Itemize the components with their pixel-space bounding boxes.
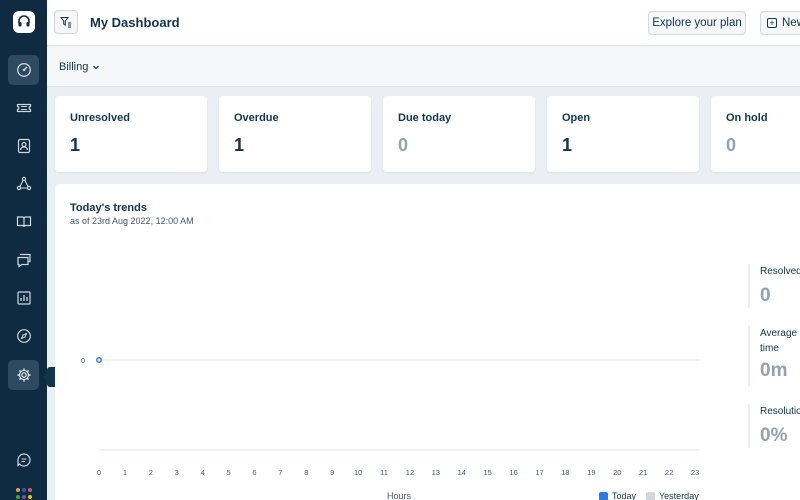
explore-plan-button[interactable]: Explore your plan (648, 11, 746, 35)
chat-bubbles-icon[interactable] (8, 245, 39, 275)
legend-today[interactable]: Today (599, 491, 636, 500)
apps-grid-icon[interactable] (16, 488, 32, 500)
sidebar: Admin (0, 0, 92, 500)
chevron-down-icon (93, 65, 100, 70)
side-stat-label-line2: time (760, 343, 779, 354)
trends-line-chart: 00 1 2 3 4 5 6 7 8 9 10 11 12 13 14 15 16 17 18 19 20 21 22 23 (81, 356, 699, 477)
stat-value: 1 (70, 135, 81, 155)
filter-icon (60, 17, 71, 28)
side-stat-label: Resolved (760, 266, 800, 277)
x-tick-label: 20 (613, 468, 621, 477)
stat-card-unresolved[interactable]: Unresolved 1 (55, 96, 207, 172)
stat-label: Unresolved (70, 112, 130, 124)
x-tick-label: 7 (278, 468, 282, 477)
filter-toggle-button[interactable] (54, 10, 78, 34)
plus-icon: + (767, 18, 777, 28)
page-title: My Dashboard (90, 15, 180, 30)
x-tick-label: 16 (509, 468, 517, 477)
group-select-label: Billing (59, 61, 89, 73)
stat-label: Overdue (234, 112, 279, 124)
x-tick-label: 15 (484, 468, 492, 477)
x-tick-label: 1 (123, 468, 127, 477)
side-stat-average-time: Average time 0m (748, 326, 797, 386)
x-tick-label: 17 (535, 468, 543, 477)
legend-yesterday[interactable]: Yesterday (646, 491, 699, 500)
top-header: My Dashboard Explore your plan + New (47, 0, 800, 46)
x-tick-label: 0 (97, 468, 101, 477)
x-tick-label: 19 (587, 468, 595, 477)
network-icon[interactable] (8, 169, 39, 199)
x-tick-label: 22 (665, 468, 673, 477)
side-stat-resolved: Resolved 0 (748, 264, 800, 308)
bar-report-icon[interactable] (8, 283, 39, 313)
x-tick-label: 11 (380, 468, 388, 477)
stat-value: 1 (562, 135, 573, 155)
x-tick-label: 4 (201, 468, 205, 477)
side-stat-value: 0 (760, 285, 771, 306)
x-axis-label: Hours (387, 491, 412, 500)
group-select-dropdown[interactable]: Billing (59, 61, 100, 73)
x-tick-label: 3 (175, 468, 179, 477)
gear-icon[interactable] (8, 360, 39, 390)
side-stat-value: 0m (760, 360, 788, 381)
x-tick-label: 14 (458, 468, 466, 477)
stat-card-open[interactable]: Open 1 (547, 96, 699, 172)
x-tick-label: 13 (432, 468, 440, 477)
y-tick-label: 0 (81, 356, 85, 365)
legend-label: Today (612, 491, 637, 500)
legend-swatch (646, 491, 655, 500)
new-button-label: New (782, 17, 800, 29)
stat-value: 0 (398, 135, 409, 155)
x-tick-label: 8 (304, 468, 308, 477)
stat-label: Due today (398, 112, 452, 124)
stat-value: 1 (234, 135, 245, 155)
side-stat-value: 0% (760, 425, 788, 446)
contact-icon[interactable] (8, 131, 39, 161)
stat-value: 0 (726, 135, 737, 155)
side-stat-label: Average (760, 328, 798, 339)
stat-label: Open (562, 112, 591, 124)
trends-panel: Today's trends as of 23rd Aug 2022, 12:0… (55, 184, 800, 500)
stat-card-on-hold[interactable]: On hold 0 (711, 96, 800, 172)
new-button[interactable]: + New (760, 11, 800, 35)
x-tick-label: 21 (639, 468, 647, 477)
legend-swatch (599, 491, 608, 500)
x-tick-label: 18 (561, 468, 569, 477)
stat-card-overdue[interactable]: Overdue 1 (219, 96, 371, 172)
data-point-today (96, 357, 102, 363)
side-stat-label: Resolutio (760, 406, 800, 417)
x-tick-label: 2 (149, 468, 153, 477)
ticket-icon[interactable] (8, 93, 39, 123)
x-tick-label: 6 (252, 468, 256, 477)
dashboard-gauge-icon[interactable] (8, 55, 39, 85)
x-tick-label: 9 (330, 468, 334, 477)
book-icon[interactable] (8, 207, 39, 237)
x-tick-label: 10 (354, 468, 362, 477)
x-tick-label: 12 (406, 468, 414, 477)
filter-bar: Billing (47, 47, 800, 87)
legend-label: Yesterday (659, 491, 699, 500)
x-tick-label: 5 (226, 468, 230, 477)
x-tick-label: 23 (691, 468, 699, 477)
chat-widget-icon[interactable] (8, 445, 39, 475)
stat-label: On hold (726, 112, 768, 124)
headset-logo-icon[interactable] (13, 11, 35, 33)
side-stat-resolution: Resolutio 0% (748, 404, 800, 448)
stat-card-due-today[interactable]: Due today 0 (383, 96, 535, 172)
compass-icon[interactable] (8, 321, 39, 351)
